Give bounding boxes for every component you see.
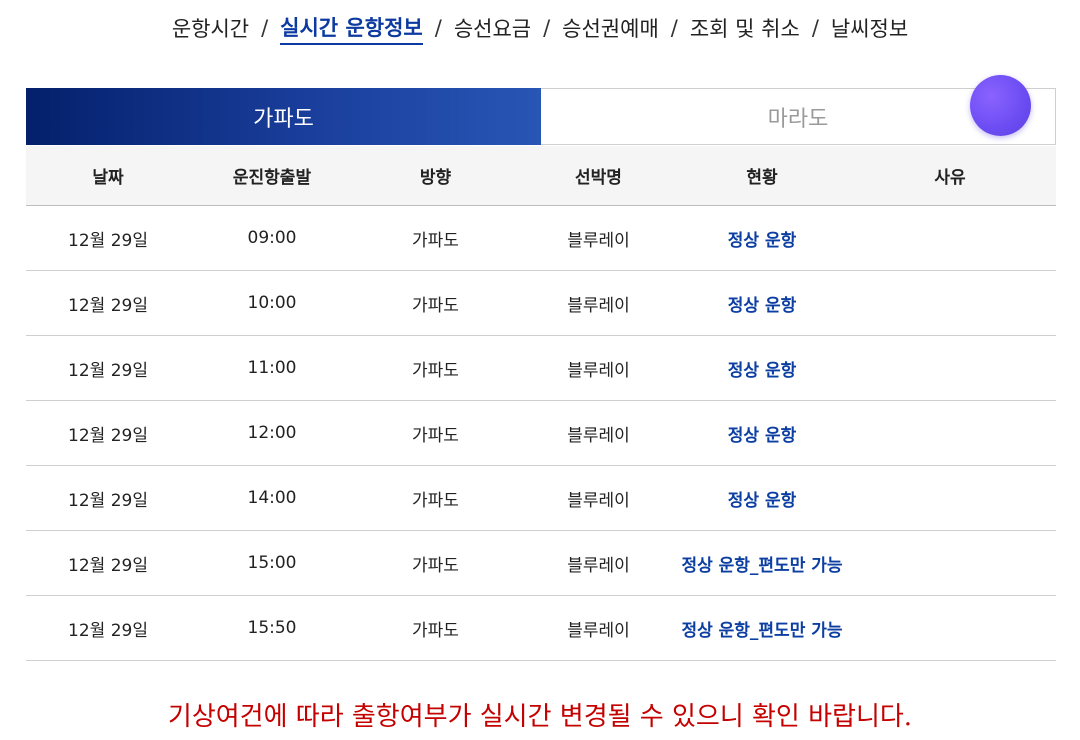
cell-date: 12월 29일 (68, 230, 148, 251)
cell-date: 12월 29일 (68, 620, 148, 641)
cell-status: 정상 운항_편도만 가능 (681, 555, 843, 576)
cell-date: 12월 29일 (68, 360, 148, 381)
weather-notice: 기상여건에 따라 출항여부가 실시간 변경될 수 있으니 확인 바랍니다. (167, 702, 913, 732)
nav-separator: / (670, 16, 678, 40)
cell-direction: 가파도 (412, 425, 459, 446)
circle-button-icon[interactable] (970, 75, 1031, 136)
cell-ship: 블루레이 (567, 360, 630, 381)
cell-date: 12월 29일 (68, 295, 148, 316)
nav-separator: / (811, 16, 819, 40)
header-reason: 사유 (934, 168, 966, 188)
schedule-table: 날짜 운진항출발 방향 선박명 현황 사유 12월 29일 09:00 가파도 … (26, 146, 1056, 661)
cell-direction: 가파도 (412, 490, 459, 511)
cell-status: 정상 운항 (727, 295, 797, 316)
cell-ship: 블루레이 (567, 620, 630, 641)
header-ship: 선박명 (575, 168, 622, 188)
header-direction: 방향 (419, 168, 452, 188)
cell-status: 정상 운항 (727, 490, 797, 511)
header-status: 현황 (746, 168, 778, 188)
nav-item-realtime-info[interactable]: 실시간 운항정보 (280, 12, 423, 45)
cell-ship: 블루레이 (567, 295, 630, 316)
header-departure: 운진항출발 (232, 168, 312, 188)
table-row: 12월 29일 10:00 가파도 블루레이 정상 운항 (26, 271, 1056, 336)
cell-departure: 11:00 (247, 358, 297, 378)
cell-ship: 블루레이 (567, 555, 630, 576)
table-row: 12월 29일 15:50 가파도 블루레이 정상 운항_편도만 가능 (26, 596, 1056, 661)
cell-direction: 가파도 (412, 360, 459, 381)
cell-departure: 09:00 (247, 228, 297, 248)
cell-date: 12월 29일 (68, 555, 148, 576)
cell-departure: 12:00 (247, 423, 297, 443)
table-row: 12월 29일 12:00 가파도 블루레이 정상 운항 (26, 401, 1056, 466)
nav-item-lookup-cancel[interactable]: 조회 및 취소 (690, 13, 800, 43)
cell-departure: 14:00 (247, 488, 297, 508)
cell-direction: 가파도 (412, 620, 459, 641)
nav-item-ticket-booking[interactable]: 승선권예매 (562, 13, 659, 43)
cell-departure: 15:00 (247, 553, 297, 573)
cell-direction: 가파도 (412, 555, 459, 576)
cell-status: 정상 운항 (727, 425, 797, 446)
table-row: 12월 29일 11:00 가파도 블루레이 정상 운항 (26, 336, 1056, 401)
top-navigation: 운항시간 / 실시간 운항정보 / 승선요금 / 승선권예매 / 조회 및 취소… (0, 10, 1080, 46)
header-date: 날짜 (92, 168, 124, 188)
cell-direction: 가파도 (412, 230, 459, 251)
island-tabs: 가파도 마라도 (26, 88, 1056, 145)
cell-direction: 가파도 (412, 295, 459, 316)
cell-ship: 블루레이 (567, 490, 630, 511)
nav-item-operating-hours[interactable]: 운항시간 (172, 13, 249, 43)
cell-ship: 블루레이 (567, 230, 630, 251)
cell-date: 12월 29일 (68, 490, 148, 511)
nav-separator: / (261, 16, 269, 40)
table-row: 12월 29일 09:00 가파도 블루레이 정상 운항 (26, 206, 1056, 271)
nav-separator: / (543, 16, 551, 40)
nav-item-fare[interactable]: 승선요금 (454, 13, 531, 43)
tab-gapado[interactable]: 가파도 (26, 88, 541, 145)
cell-departure: 10:00 (247, 293, 297, 313)
cell-status: 정상 운항 (727, 230, 797, 251)
cell-date: 12월 29일 (68, 425, 148, 446)
cell-departure: 15:50 (247, 618, 297, 638)
cell-ship: 블루레이 (567, 425, 630, 446)
table-header: 날짜 운진항출발 방향 선박명 현황 사유 (26, 146, 1056, 206)
table-row: 12월 29일 14:00 가파도 블루레이 정상 운항 (26, 466, 1056, 531)
cell-status: 정상 운항 (727, 360, 797, 381)
cell-status: 정상 운항_편도만 가능 (681, 620, 843, 641)
nav-separator: / (434, 16, 442, 40)
nav-item-weather[interactable]: 날씨정보 (831, 13, 908, 43)
table-row: 12월 29일 15:00 가파도 블루레이 정상 운항_편도만 가능 (26, 531, 1056, 596)
